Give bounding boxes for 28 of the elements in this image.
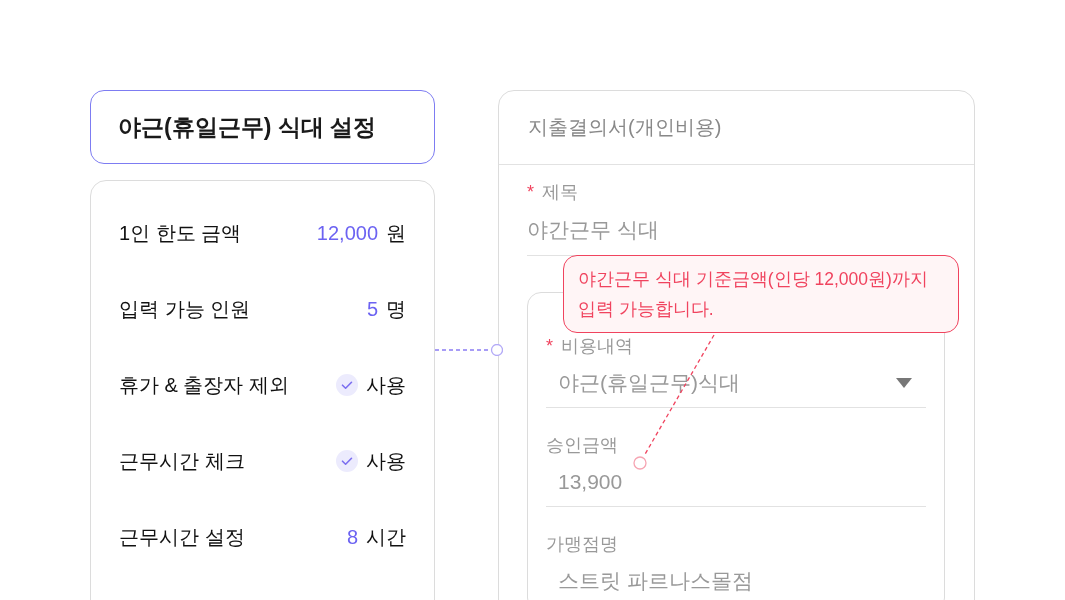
- field-label: 승인금액: [546, 434, 618, 457]
- setting-unit: 시간: [366, 524, 406, 550]
- form-title: 지출결의서(개인비용): [499, 91, 974, 165]
- settings-title: 야근(휴일근무) 식대 설정: [90, 90, 435, 164]
- caret-icon: [896, 378, 912, 388]
- setting-option: 사용: [366, 371, 406, 399]
- setting-label: 휴가 & 출장자 제외: [119, 372, 289, 398]
- setting-label: 1인 한도 금액: [119, 220, 242, 246]
- expense-select[interactable]: 야근(휴일근무)식대: [546, 359, 926, 408]
- required-mark: *: [527, 181, 534, 203]
- setting-label: 근무시간 설정: [119, 524, 245, 550]
- field-label: 제목: [542, 181, 578, 204]
- setting-label: 근무시간 체크: [119, 448, 245, 474]
- setting-option: 사용: [366, 447, 406, 475]
- check-icon[interactable]: [336, 450, 358, 472]
- setting-value: 8: [346, 525, 358, 549]
- setting-unit: 명: [386, 296, 406, 322]
- setting-value: 12,000: [316, 221, 378, 245]
- required-mark: *: [546, 335, 553, 357]
- setting-value: 5: [366, 297, 378, 321]
- tooltip: 야간근무 식대 기준금액(인당 12,000원)까지 입력 가능합니다.: [563, 255, 959, 333]
- setting-unit: 원: [386, 220, 406, 246]
- field-label: 가맹점명: [546, 533, 618, 556]
- input-field[interactable]: 스트릿 파르나스몰점: [546, 557, 926, 600]
- check-icon[interactable]: [336, 374, 358, 396]
- setting-label: 입력 가능 인원: [119, 296, 251, 322]
- connector-line: [435, 344, 503, 356]
- field-label: 비용내역: [561, 335, 633, 358]
